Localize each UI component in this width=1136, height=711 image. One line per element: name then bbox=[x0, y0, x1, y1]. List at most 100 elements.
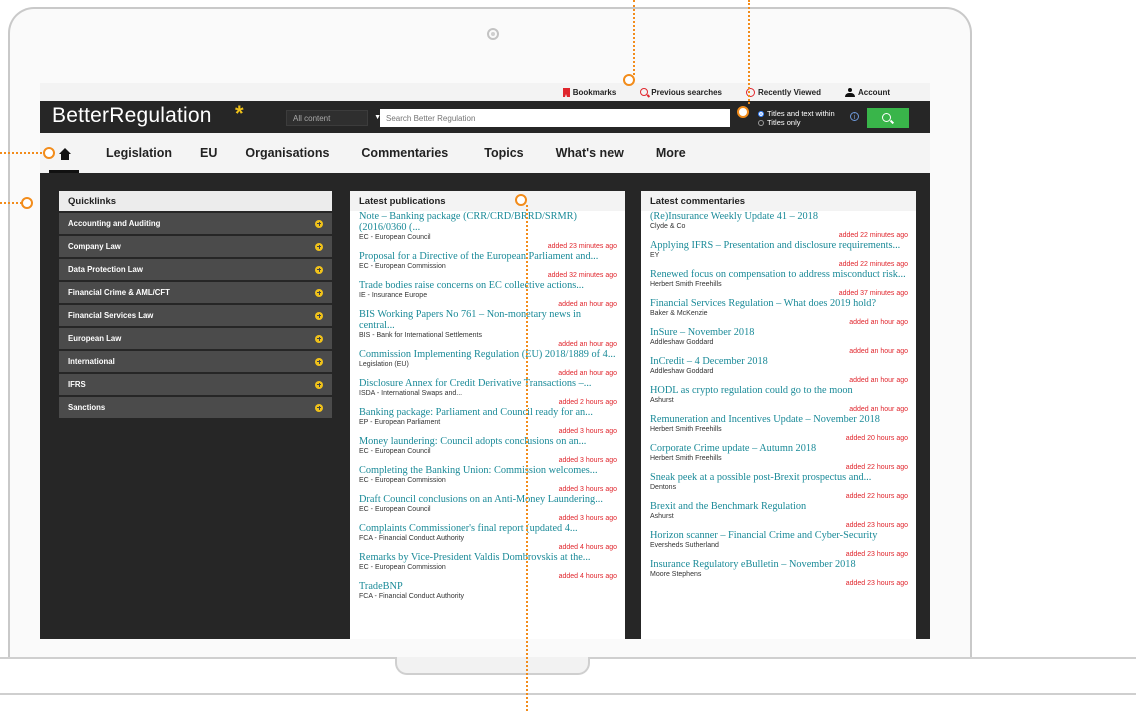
article-title-link[interactable]: Completing the Banking Union: Commission… bbox=[359, 465, 617, 476]
search-button[interactable] bbox=[867, 108, 909, 128]
article-added-time: added an hour ago bbox=[558, 341, 617, 348]
article-title-link[interactable]: Commission Implementing Regulation (EU) … bbox=[359, 349, 617, 360]
quicklink-item[interactable]: European Law bbox=[59, 328, 332, 349]
previous-searches-link[interactable]: Previous searches bbox=[640, 88, 722, 97]
commentaries-list: (Re)Insurance Weekly Update 41 – 2018 Cly… bbox=[641, 211, 916, 588]
article-added-time: added an hour ago bbox=[849, 319, 908, 326]
article-source: Clyde & Co bbox=[650, 223, 686, 230]
article-title-link[interactable]: Draft Council conclusions on an Anti-Mon… bbox=[359, 494, 617, 505]
article-title-link[interactable]: Note – Banking package (CRR/CRD/BRRD/SRM… bbox=[359, 211, 617, 233]
article-entry: Commission Implementing Regulation (EU) … bbox=[359, 349, 617, 378]
quicklink-item[interactable]: International bbox=[59, 351, 332, 372]
plus-circle-icon[interactable] bbox=[315, 311, 323, 320]
nav-more[interactable]: More bbox=[656, 146, 686, 160]
quicklink-item[interactable]: Data Protection Law bbox=[59, 259, 332, 280]
article-title-link[interactable]: Complaints Commissioner's final report (… bbox=[359, 523, 617, 534]
article-entry: Draft Council conclusions on an Anti-Mon… bbox=[359, 494, 617, 523]
article-entry: InCredit – 4 December 2018 Addleshaw Godd… bbox=[650, 356, 908, 385]
plus-circle-icon[interactable] bbox=[315, 242, 323, 251]
article-title-link[interactable]: Money laundering: Council adopts conclus… bbox=[359, 436, 617, 447]
article-title-link[interactable]: Disclosure Annex for Credit Derivative T… bbox=[359, 378, 617, 389]
article-title-link[interactable]: (Re)Insurance Weekly Update 41 – 2018 bbox=[650, 211, 908, 222]
nav-topics[interactable]: Topics bbox=[484, 146, 523, 160]
article-title-link[interactable]: Insurance Regulatory eBulletin – Novembe… bbox=[650, 559, 908, 570]
user-icon bbox=[845, 87, 855, 97]
screen: Bookmarks Previous searches Recently Vie… bbox=[40, 83, 930, 639]
article-title-link[interactable]: Renewed focus on compensation to address… bbox=[650, 269, 908, 280]
article-source: Dentons bbox=[650, 484, 677, 491]
article-title-link[interactable]: Remuneration and Incentives Update – Nov… bbox=[650, 414, 908, 425]
article-title-link[interactable]: Sneak peek at a possible post-Brexit pro… bbox=[650, 472, 908, 483]
article-title-link[interactable]: Trade bodies raise concerns on EC collec… bbox=[359, 280, 617, 291]
article-title-link[interactable]: BIS Working Papers No 761 – Non-monetary… bbox=[359, 309, 617, 331]
content-type-select[interactable]: All content ▼ bbox=[286, 110, 381, 126]
article-title-link[interactable]: Corporate Crime update – Autumn 2018 bbox=[650, 443, 908, 454]
article-title-link[interactable]: InCredit – 4 December 2018 bbox=[650, 356, 908, 367]
article-title-link[interactable]: Financial Services Regulation – What doe… bbox=[650, 298, 908, 309]
plus-circle-icon[interactable] bbox=[315, 403, 323, 412]
nav-whats-new[interactable]: What's new bbox=[556, 146, 624, 160]
info-icon[interactable]: i bbox=[850, 112, 859, 121]
quicklink-item[interactable]: Financial Crime & AML/CFT bbox=[59, 282, 332, 303]
article-entry: Disclosure Annex for Credit Derivative T… bbox=[359, 378, 617, 407]
article-title-link[interactable]: Applying IFRS – Presentation and disclos… bbox=[650, 240, 908, 251]
latest-publications-panel: Latest publications Note – Banking packa… bbox=[350, 191, 625, 639]
quicklink-item[interactable]: Sanctions bbox=[59, 397, 332, 418]
article-added-time: added an hour ago bbox=[849, 377, 908, 384]
search-input[interactable] bbox=[380, 109, 730, 127]
radio-selected[interactable] bbox=[758, 110, 764, 117]
nav-organisations[interactable]: Organisations bbox=[245, 146, 329, 160]
article-title-link[interactable]: Horizon scanner – Financial Crime and Cy… bbox=[650, 530, 908, 541]
scope-titles-and-text[interactable]: Titles and text within bbox=[758, 109, 835, 118]
article-title-link[interactable]: HODL as crypto regulation could go to th… bbox=[650, 385, 908, 396]
scope-titles-only[interactable]: Titles only bbox=[758, 118, 835, 127]
article-title-link[interactable]: InSure – November 2018 bbox=[650, 327, 908, 338]
article-entry: Remarks by Vice-President Valdis Dombrov… bbox=[359, 552, 617, 581]
account-link[interactable]: Account bbox=[845, 87, 890, 97]
article-title-link[interactable]: TradeBNP bbox=[359, 581, 617, 592]
callout-line bbox=[633, 0, 635, 75]
publications-list: Note – Banking package (CRR/CRD/BRRD/SRM… bbox=[350, 211, 625, 601]
plus-circle-icon[interactable] bbox=[315, 288, 323, 297]
article-source: IE - Insurance Europe bbox=[359, 292, 428, 299]
bookmarks-link[interactable]: Bookmarks bbox=[562, 87, 616, 97]
bookmark-icon bbox=[562, 87, 570, 97]
quicklink-item[interactable]: IFRS bbox=[59, 374, 332, 395]
article-added-time: added 23 minutes ago bbox=[547, 243, 617, 250]
callout-line bbox=[748, 0, 750, 104]
nav-legislation[interactable]: Legislation bbox=[106, 146, 172, 160]
quicklink-item[interactable]: Financial Services Law bbox=[59, 305, 332, 326]
quicklink-item[interactable]: Company Law bbox=[59, 236, 332, 257]
article-title-link[interactable]: Banking package: Parliament and Council … bbox=[359, 407, 617, 418]
article-title-link[interactable]: Brexit and the Benchmark Regulation bbox=[650, 501, 908, 512]
recently-viewed-link[interactable]: Recently Viewed bbox=[746, 87, 821, 97]
article-added-time: added 20 hours ago bbox=[845, 435, 908, 442]
plus-circle-icon[interactable] bbox=[315, 219, 323, 228]
search-scope-options: Titles and text within Titles only bbox=[758, 109, 835, 127]
article-title-link[interactable]: Proposal for a Directive of the European… bbox=[359, 251, 617, 262]
article-entry: Corporate Crime update – Autumn 2018 Herb… bbox=[650, 443, 908, 472]
callout-marker bbox=[21, 197, 33, 209]
quicklinks-panel: Quicklinks Accounting and Auditing Compa… bbox=[59, 191, 332, 639]
plus-circle-icon[interactable] bbox=[315, 357, 323, 366]
radio-unselected[interactable] bbox=[758, 119, 764, 126]
article-source: FCA - Financial Conduct Authority bbox=[359, 593, 465, 600]
article-added-time: added 2 hours ago bbox=[558, 399, 617, 406]
article-added-time: added an hour ago bbox=[849, 348, 908, 355]
laptop-notch bbox=[395, 657, 590, 675]
plus-circle-icon[interactable] bbox=[315, 265, 323, 274]
search-history-icon bbox=[640, 88, 649, 96]
nav-commentaries[interactable]: Commentaries bbox=[361, 146, 448, 160]
article-title-link[interactable]: Remarks by Vice-President Valdis Dombrov… bbox=[359, 552, 617, 563]
plus-circle-icon[interactable] bbox=[315, 380, 323, 389]
article-source: Herbert Smith Freehills bbox=[650, 281, 722, 288]
main-nav: Legislation EU Organisations Commentarie… bbox=[40, 133, 930, 173]
article-entry: Remuneration and Incentives Update – Nov… bbox=[650, 414, 908, 443]
site-logo[interactable]: BetterRegulation bbox=[52, 104, 212, 128]
nav-eu[interactable]: EU bbox=[200, 146, 217, 160]
plus-circle-icon[interactable] bbox=[315, 334, 323, 343]
article-added-time: added 22 minutes ago bbox=[838, 232, 908, 239]
article-source: EC - European Council bbox=[359, 448, 431, 455]
article-source: BIS - Bank for International Settlements bbox=[359, 332, 482, 339]
quicklink-item[interactable]: Accounting and Auditing bbox=[59, 213, 332, 234]
